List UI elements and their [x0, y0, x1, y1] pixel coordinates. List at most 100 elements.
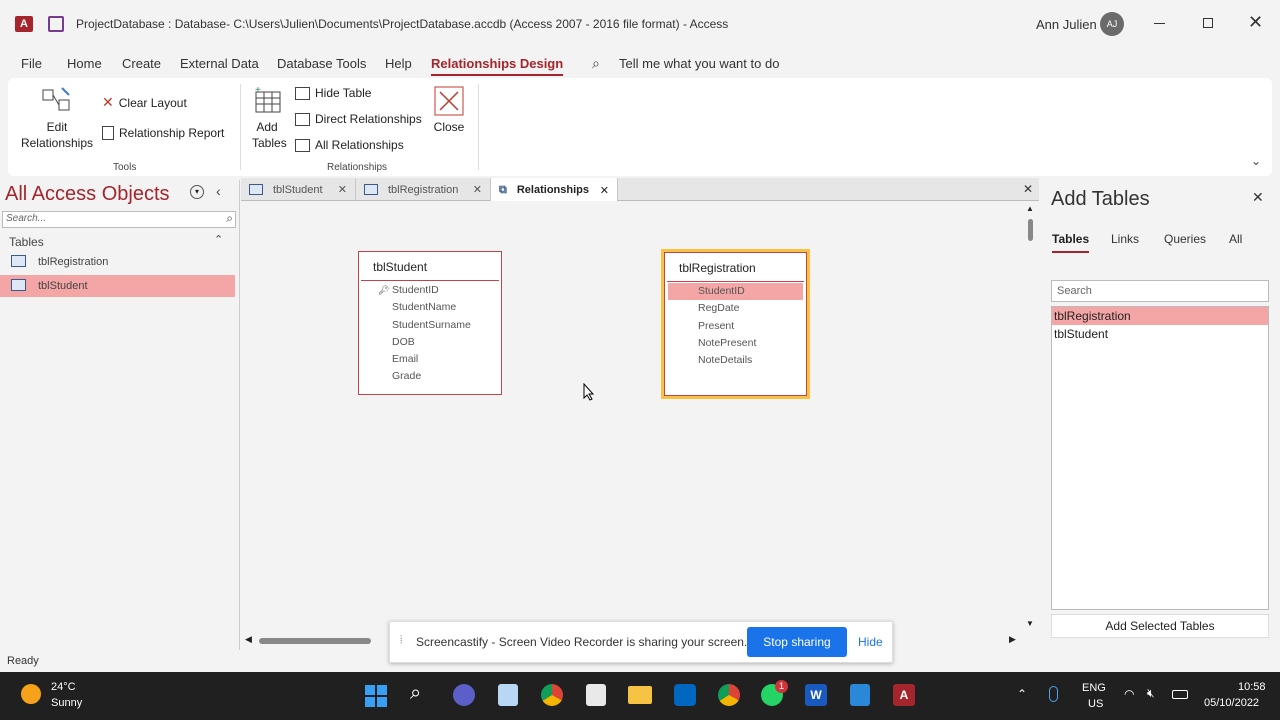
pane-tab-tables[interactable]: Tables [1052, 232, 1090, 253]
nav-title[interactable]: All Access Objects [5, 183, 170, 206]
tab-relationships-design[interactable]: Relationships Design [431, 56, 564, 76]
restore-icon[interactable] [1203, 18, 1213, 28]
file-explorer-icon[interactable] [628, 686, 652, 704]
search-icon[interactable]: ⌕ [410, 682, 421, 705]
word-icon[interactable]: W [805, 684, 827, 706]
security-icon[interactable] [674, 684, 696, 706]
close-tab-icon[interactable]: ✕ [473, 183, 482, 196]
weather-label[interactable]: Sunny [51, 697, 82, 709]
chevron-up-icon[interactable]: ⌃ [1017, 687, 1027, 701]
tab-database-tools[interactable]: Database Tools [277, 56, 366, 71]
collapse-ribbon-icon[interactable]: ⌄ [1251, 154, 1261, 168]
nav-menu-icon[interactable]: ▾ [190, 185, 204, 199]
nav-item-tblstudent[interactable]: tblStudent [0, 275, 235, 297]
nav-section-tables[interactable]: Tables [9, 235, 44, 249]
field-item[interactable]: StudentName [359, 299, 501, 316]
weather-icon[interactable] [21, 684, 41, 704]
scroll-up-icon[interactable]: ▲ [1026, 204, 1034, 213]
all-relationships-button[interactable]: All Relationships [295, 138, 404, 152]
start-icon[interactable] [365, 685, 387, 707]
nav-search-field[interactable]: Search... ⌕ [2, 211, 236, 228]
pane-tab-all[interactable]: All [1229, 232, 1242, 246]
tab-home[interactable]: Home [67, 56, 102, 71]
scroll-thumb[interactable] [1028, 219, 1033, 241]
list-item[interactable]: tblRegistration [1052, 307, 1268, 325]
pane-tab-queries[interactable]: Queries [1164, 232, 1206, 246]
scroll-thumb[interactable] [259, 638, 371, 644]
doc-tab-tblregistration[interactable]: tblRegistration ✕ [356, 178, 491, 201]
stop-sharing-button[interactable]: Stop sharing [747, 627, 847, 657]
field-item[interactable]: DOB [359, 334, 501, 351]
tab-external-data[interactable]: External Data [180, 56, 259, 71]
wifi-icon[interactable]: ◠ [1124, 687, 1134, 701]
add-tables-button[interactable]: Add Tables [252, 119, 287, 151]
clear-layout-button[interactable]: ✕ Clear Layout [102, 94, 187, 111]
scroll-right-icon[interactable]: ▶ [1009, 634, 1016, 645]
language-eng[interactable]: ENG [1082, 682, 1106, 694]
close-tab-icon[interactable]: ✕ [600, 184, 609, 197]
close-window-icon[interactable]: ✕ [1248, 12, 1263, 33]
hide-table-button[interactable]: Hide Table [295, 86, 371, 100]
close-button[interactable]: Close [429, 119, 469, 135]
field-item-selected[interactable]: StudentID [668, 283, 803, 301]
avatar[interactable]: AJ [1100, 12, 1124, 36]
chrome-icon[interactable] [541, 684, 563, 706]
edit-relationships-button[interactable]: Edit Relationships [18, 119, 96, 151]
battery-icon[interactable] [1172, 690, 1188, 699]
tab-help[interactable]: Help [385, 56, 412, 71]
direct-relationships-button[interactable]: Direct Relationships [295, 112, 422, 126]
hide-button[interactable]: Hide [858, 635, 883, 649]
field-item[interactable]: RegDate [665, 300, 806, 317]
add-selected-tables-button[interactable]: Add Selected Tables [1051, 614, 1269, 638]
snipping-tool-icon[interactable] [586, 684, 606, 706]
tab-create[interactable]: Create [122, 56, 161, 71]
section-collapse-icon[interactable]: ⌃ [214, 233, 223, 246]
pane-tab-links[interactable]: Links [1111, 232, 1139, 246]
vertical-scrollbar[interactable]: ▲ ▼ [1022, 201, 1039, 632]
relationship-report-button[interactable]: Relationship Report [102, 126, 224, 140]
window-title: ProjectDatabase : Database- C:\Users\Jul… [76, 17, 729, 31]
chrome-profile-icon[interactable] [718, 684, 740, 706]
teams-icon[interactable] [453, 684, 475, 706]
relationships-canvas[interactable]: tblStudent 🔑︎ StudentID StudentName Stude… [241, 201, 1022, 632]
field-item[interactable]: StudentSurname [359, 317, 501, 334]
scroll-left-icon[interactable]: ◀ [245, 634, 252, 645]
tools-group-label: Tools [113, 162, 137, 173]
field-item[interactable]: NoteDetails [665, 352, 806, 369]
field-item[interactable]: 🔑︎ StudentID [359, 282, 501, 299]
field-item[interactable]: NotePresent [665, 335, 806, 352]
access-icon[interactable]: A [893, 684, 915, 706]
table-box-tblregistration[interactable]: tblRegistration StudentID RegDate Presen… [664, 252, 807, 396]
microphone-icon[interactable] [1049, 686, 1058, 702]
drag-handle-icon[interactable]: ⦙ [400, 634, 402, 647]
pane-search-input[interactable]: Search [1051, 280, 1269, 302]
collapse-nav-icon[interactable]: ‹ [216, 183, 221, 199]
tell-me-box[interactable]: Tell me what you want to do [619, 56, 779, 71]
field-item[interactable]: Email [359, 351, 501, 368]
close-tab-icon[interactable]: ✕ [338, 183, 347, 196]
save-icon[interactable] [48, 16, 64, 32]
clock-time[interactable]: 10:58 [1238, 681, 1266, 693]
access-logo-icon[interactable]: A [15, 16, 33, 32]
user-name[interactable]: Ann Julien [1036, 17, 1097, 32]
temperature[interactable]: 24°C [51, 681, 76, 693]
minimize-icon[interactable] [1154, 23, 1165, 24]
doc-tab-tblstudent[interactable]: tblStudent ✕ [241, 178, 356, 201]
volume-muted-icon[interactable]: 🔇︎ [1147, 686, 1155, 701]
3d-viewer-icon[interactable] [498, 684, 518, 706]
field-item[interactable]: Grade [359, 368, 501, 385]
notepad-icon[interactable] [850, 684, 870, 706]
table-box-title[interactable]: tblRegistration [667, 253, 804, 282]
close-document-icon[interactable]: ✕ [1023, 182, 1033, 196]
scroll-down-icon[interactable]: ▼ [1026, 619, 1034, 628]
doc-tab-relationships[interactable]: ⧉ Relationships ✕ [491, 178, 618, 202]
table-box-tblstudent[interactable]: tblStudent 🔑︎ StudentID StudentName Stude… [358, 251, 502, 395]
field-item[interactable]: Present [665, 318, 806, 335]
tab-file[interactable]: File [21, 56, 42, 71]
clock-date[interactable]: 05/10/2022 [1204, 697, 1259, 709]
table-box-title[interactable]: tblStudent [361, 252, 499, 281]
language-us[interactable]: US [1088, 698, 1103, 710]
nav-item-tblregistration[interactable]: tblRegistration [0, 252, 235, 273]
close-pane-icon[interactable]: ✕ [1252, 189, 1264, 206]
list-item[interactable]: tblStudent [1052, 325, 1268, 343]
